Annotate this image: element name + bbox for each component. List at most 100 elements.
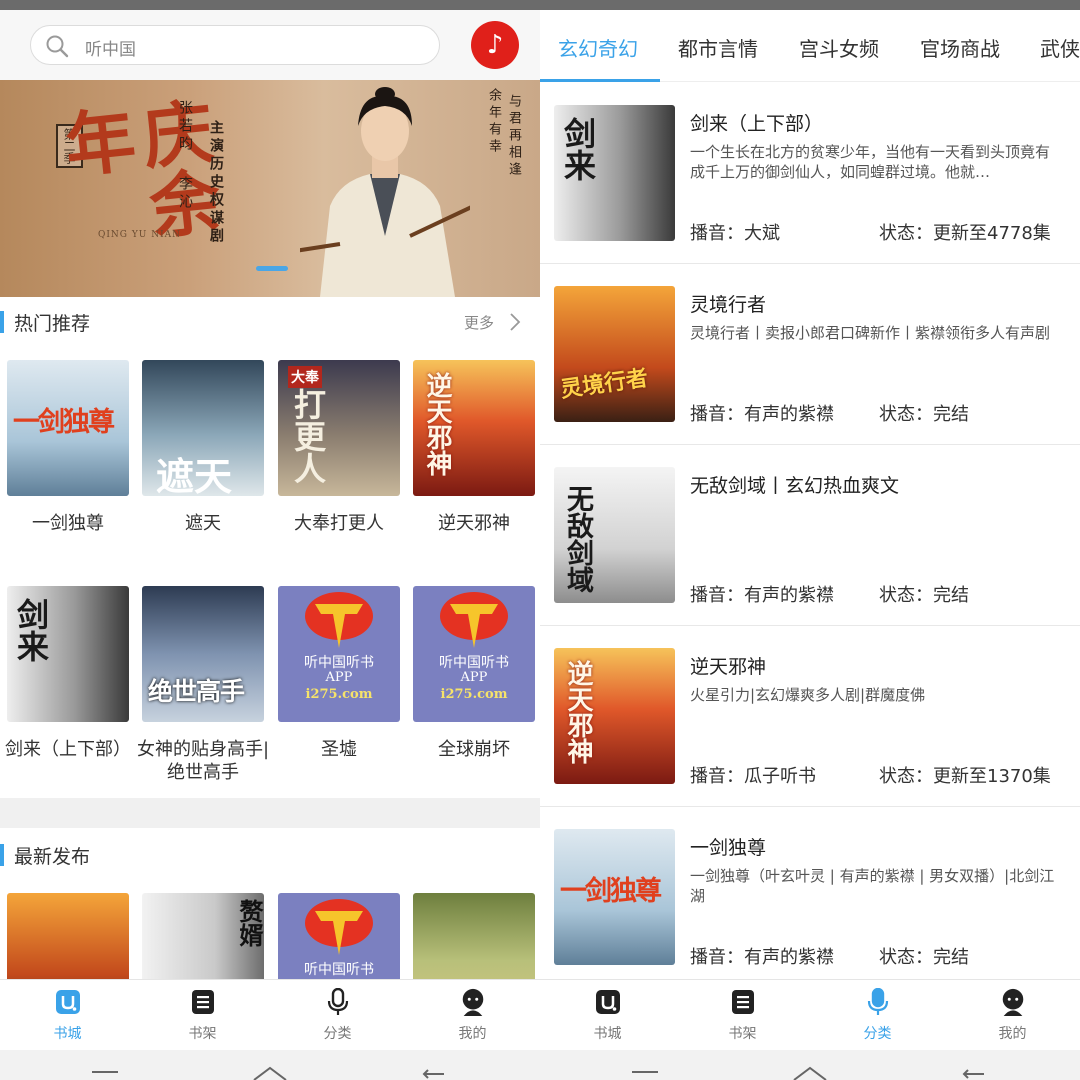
app-logo-icon — [440, 592, 508, 648]
latest-section-title: 最新发布 — [14, 846, 91, 868]
status-line: 状态：完结 — [879, 581, 969, 607]
cover-title: 无敌剑域 — [562, 485, 593, 593]
book-title: 剑来（上下部） — [5, 739, 131, 760]
status-value: 更新至4778集 — [933, 223, 1051, 244]
list-item[interactable]: 灵境行者 灵境行者 灵境行者丨卖报小郎君口碑新作丨紫襟领衔多人有声剧 播音：有声… — [540, 264, 1080, 445]
search-input[interactable]: 听中国 — [30, 25, 440, 65]
bookstore-icon — [596, 990, 620, 1014]
tab-bookshelf[interactable]: 书架 — [135, 980, 270, 1050]
list-item[interactable]: 逆天邪神 逆天邪神 火星引力|玄幻爆爽多人剧|群魔度佛 播音：瓜子听书 状态：更… — [540, 626, 1080, 807]
banner-actor: 张若昀 — [177, 100, 193, 154]
tab-profile[interactable]: 我的 — [945, 980, 1080, 1050]
carousel-indicator[interactable] — [256, 266, 288, 271]
book-cover: 逆天邪神 — [554, 648, 675, 784]
tab-category[interactable]: 分类 — [270, 980, 405, 1050]
cover-title: 逆天邪神 — [422, 372, 452, 476]
banner-pinyin: QING YU NIAN — [98, 230, 182, 240]
narrator-line: 播音：有声的紫襟 — [690, 581, 834, 607]
chevron-right-icon[interactable] — [508, 312, 522, 332]
menu-icon[interactable] — [90, 1068, 120, 1080]
status-line: 状态：更新至4778集 — [879, 219, 1051, 245]
cover-title: 绝世高手 — [148, 677, 245, 706]
cover-title: 逆天邪神 — [563, 660, 593, 764]
tab-bookshelf[interactable]: 书架 — [675, 980, 810, 1050]
list-item[interactable]: 剑来 剑来（上下部） 一个生长在北方的贫寒少年，当他有一天看到头顶竟有成千上万的… — [540, 83, 1080, 264]
tab-label: 分类 — [863, 1026, 892, 1042]
bookshelf-icon — [732, 990, 754, 1014]
cover-url: i275.com — [440, 687, 508, 702]
tab-label: 书架 — [728, 1026, 757, 1042]
book-cover: 赘婿 — [142, 893, 264, 979]
tab-xuanhuan[interactable]: 玄幻奇幻 — [558, 33, 638, 62]
tab-bookstore[interactable]: 书城 — [0, 980, 135, 1050]
status-value: 完结 — [933, 404, 969, 425]
tab-label: 我的 — [458, 1026, 487, 1042]
status-label: 状态： — [879, 223, 933, 244]
search-icon — [46, 35, 69, 58]
tab-label: 我的 — [998, 1026, 1027, 1042]
cover-title: 听中国听书 — [439, 655, 509, 671]
list-item[interactable]: 一剑独尊 一剑独尊 一剑独尊（叶玄叶灵 | 有声的紫襟 | 男女双播）|北剑江湖… — [540, 807, 1080, 979]
tab-wuxia[interactable]: 武侠 — [1040, 33, 1080, 62]
book-title: 大奉打更人 — [294, 513, 384, 534]
cover-tag: 大奉 — [288, 366, 322, 388]
promo-banner[interactable]: 第二季 庆余年 张若昀 李沁 主演历史权谋剧 余年有幸 与君再相逢 QING Y… — [0, 80, 540, 297]
book-title: 一剑独尊 — [690, 837, 767, 859]
tab-bookstore[interactable]: 书城 — [540, 980, 675, 1050]
cover-title: 剑来 — [559, 117, 597, 181]
book-cover: 听中国听书 APP i275.com — [413, 586, 535, 722]
cover-title: 灵境行者 — [558, 364, 650, 403]
hot-section-header: 热门推荐 更多 — [0, 297, 540, 347]
book-description: 灵境行者丨卖报小郎君口碑新作丨紫襟领衔多人有声剧 — [690, 324, 1051, 342]
bookshelf-icon — [192, 990, 214, 1014]
tab-gongdou[interactable]: 宫斗女频 — [799, 33, 879, 62]
home-icon[interactable] — [792, 1066, 828, 1080]
list-item[interactable]: 无敌剑域 无敌剑域丨玄幻热血爽文 播音：有声的紫襟 状态：完结 — [540, 445, 1080, 626]
status-value: 完结 — [933, 585, 969, 606]
narrator-line: 播音：有声的紫襟 — [690, 943, 834, 969]
status-value: 更新至1370集 — [933, 766, 1051, 787]
book-title: 逆天邪神 — [438, 513, 510, 534]
book-cover: 一剑独尊 — [7, 360, 129, 496]
tab-label: 书城 — [593, 1026, 622, 1042]
narrator-line: 播音：大斌 — [690, 219, 780, 245]
status-label: 状态： — [879, 585, 933, 606]
status-label: 状态： — [879, 404, 933, 425]
back-icon[interactable] — [420, 1068, 450, 1080]
narrator-name: 有声的紫襟 — [744, 947, 834, 968]
book-cover: 听中国听书 APP i275.com — [278, 586, 400, 722]
book-cover: 剑来 — [7, 586, 129, 722]
home-icon[interactable] — [252, 1066, 288, 1080]
banner-role: 李沁 — [177, 176, 193, 212]
book-title: 剑来（上下部） — [690, 113, 824, 135]
profile-icon — [1002, 988, 1024, 1016]
status-value: 完结 — [933, 947, 969, 968]
menu-icon[interactable] — [630, 1068, 660, 1080]
tab-profile[interactable]: 我的 — [405, 980, 540, 1050]
narrator-label: 播音： — [690, 585, 744, 606]
cover-title: 剑来 — [12, 598, 50, 662]
status-bar — [0, 0, 1080, 10]
narrator-label: 播音： — [690, 223, 744, 244]
music-player-button[interactable]: ♪ — [471, 21, 519, 69]
tab-dushi[interactable]: 都市言情 — [678, 33, 758, 62]
book-title: 灵境行者 — [690, 294, 767, 316]
book-title: 无敌剑域丨玄幻热血爽文 — [690, 475, 900, 497]
back-icon[interactable] — [960, 1068, 990, 1080]
book-cover: 无敌剑域 — [554, 467, 675, 603]
book-cover: 一剑独尊 — [554, 829, 675, 965]
latest-books-grid: 赘婿 听中国听书 — [0, 893, 540, 979]
tab-guanchang[interactable]: 官场商战 — [920, 33, 1000, 62]
cover-title: 一剑独尊 — [560, 876, 662, 907]
book-cover: 逆天邪神 — [413, 360, 535, 496]
hot-more-link[interactable]: 更多 — [464, 312, 494, 333]
book-cover: 绝世高手 — [142, 586, 264, 722]
narrator-name: 大斌 — [744, 223, 780, 244]
book-cover: 剑来 — [554, 105, 675, 241]
profile-icon — [462, 988, 484, 1016]
tab-category[interactable]: 分类 — [810, 980, 945, 1050]
narrator-name: 瓜子听书 — [744, 766, 816, 787]
book-cover — [7, 893, 129, 979]
bottom-tab-bar: 书城 书架 分类 我的 — [0, 979, 540, 1050]
bottom-tab-bar: 书城 书架 分类 我的 — [540, 979, 1080, 1050]
